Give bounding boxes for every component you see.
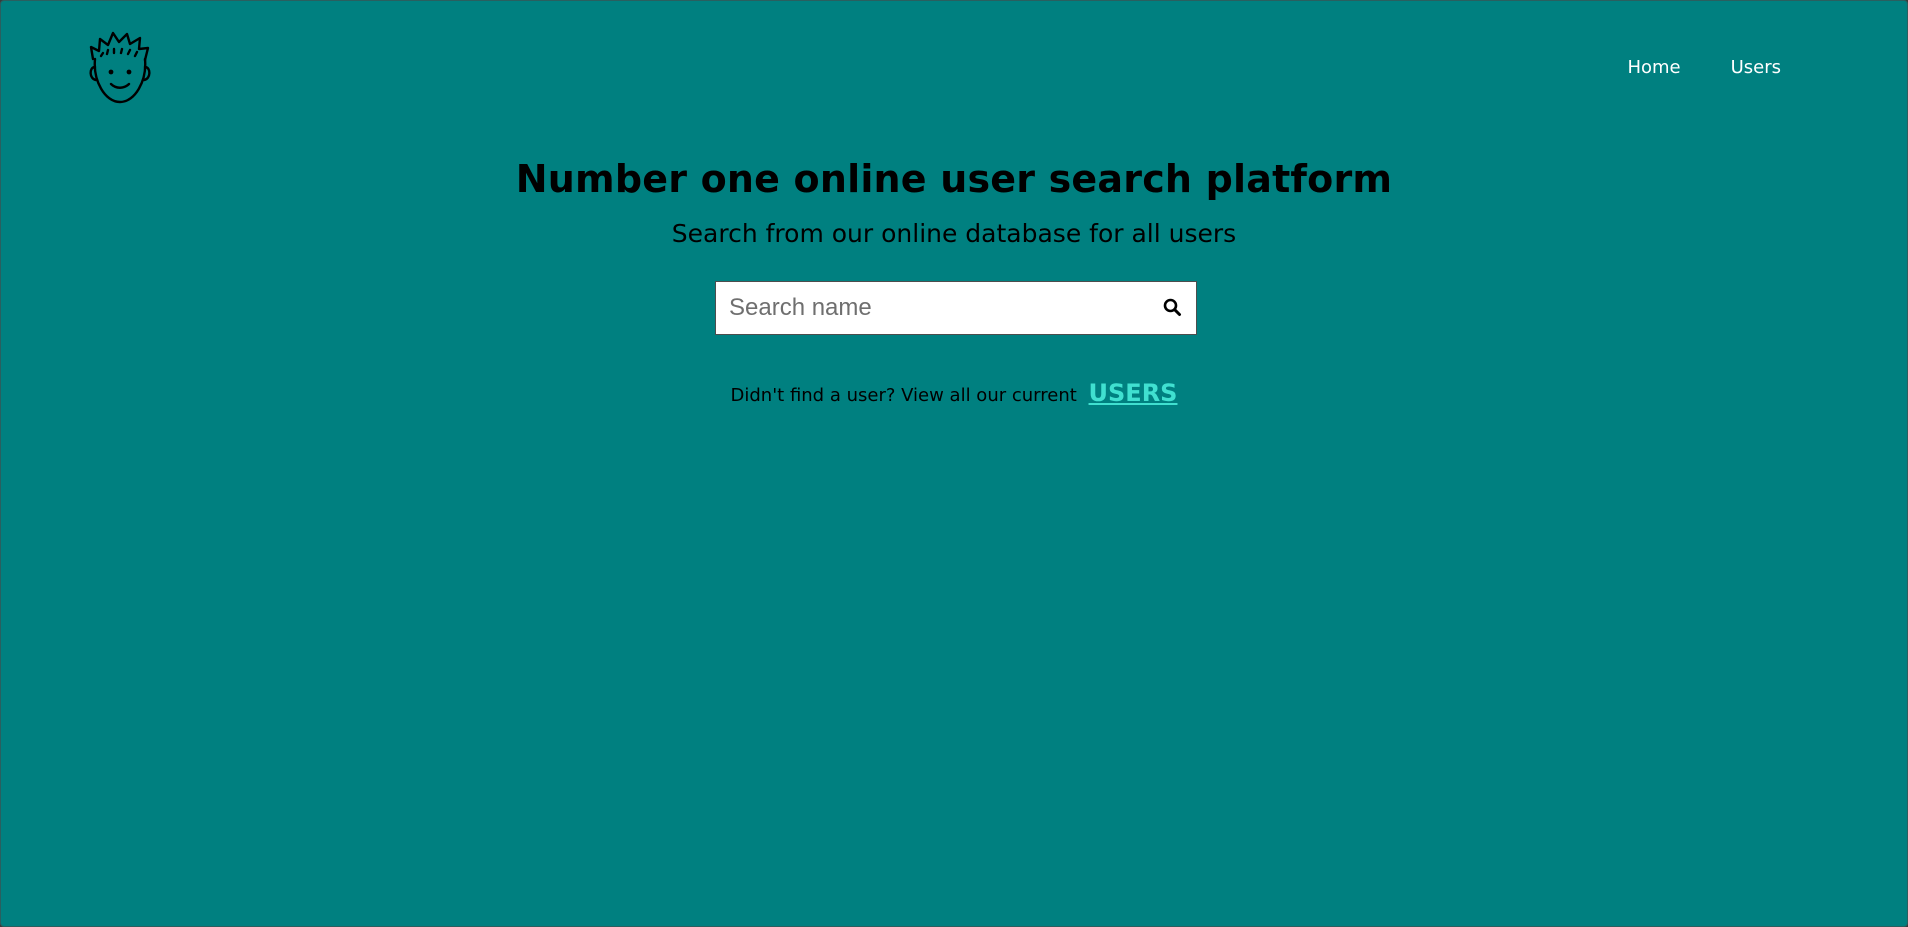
hero-section: Number one online user search platform S… (1, 157, 1907, 248)
users-hint-text: Didn't find a user? View all our current (730, 385, 1077, 406)
page: Home Users Number one online user search… (0, 0, 1908, 927)
search-box (715, 281, 1197, 335)
main-nav: Home Users (1627, 57, 1781, 78)
smiling-face-icon (89, 31, 151, 104)
logo[interactable] (85, 29, 155, 107)
nav-users-link[interactable]: Users (1731, 57, 1781, 78)
users-hint: Didn't find a user? View all our current… (1, 379, 1907, 407)
nav-home-link[interactable]: Home (1627, 57, 1680, 78)
page-title: Number one online user search platform (515, 157, 1393, 201)
page-subtitle: Search from our online database for all … (671, 219, 1237, 248)
search-input[interactable] (716, 282, 1136, 334)
search-button[interactable] (1162, 297, 1184, 319)
search-icon (1163, 298, 1181, 316)
all-users-link[interactable]: USERS (1089, 379, 1178, 407)
